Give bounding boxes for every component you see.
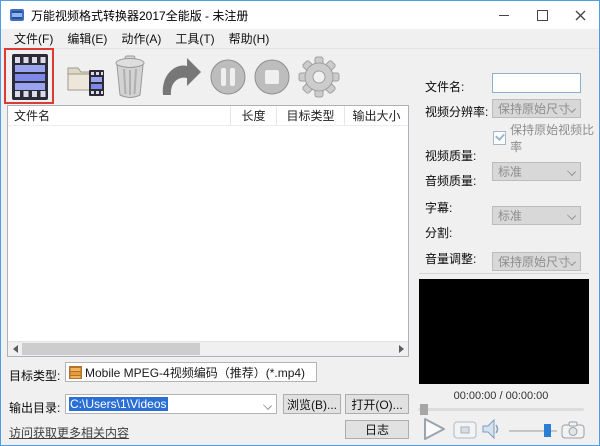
browse-button[interactable]: 浏览(B)...: [283, 394, 341, 414]
menu-action[interactable]: 动作(A): [114, 29, 168, 48]
log-button[interactable]: 日志: [345, 420, 409, 439]
panel-divider: [419, 273, 589, 274]
delete-button[interactable]: [113, 51, 147, 103]
promo-link[interactable]: 访问获取更多相关内容: [9, 424, 129, 441]
snapshot-button[interactable]: [561, 421, 585, 439]
seek-slider-handle[interactable]: [420, 404, 428, 415]
speaker-icon: [482, 418, 499, 440]
target-type-value: Mobile MPEG-4视频编码（推荐）(*.mp4): [85, 365, 306, 380]
volume-slider-handle[interactable]: [544, 424, 551, 437]
settings-button[interactable]: [297, 51, 341, 103]
pause-circle-icon: [210, 59, 246, 95]
trash-icon: [115, 55, 145, 98]
file-list[interactable]: 文件名 长度 目标类型 输出大小: [7, 105, 409, 357]
close-button[interactable]: [561, 1, 599, 29]
curved-arrow-icon: [162, 58, 201, 95]
video-resolution-label: 视频分辨率:: [425, 105, 489, 119]
pause-button[interactable]: [209, 51, 247, 103]
subtitle-value: 保持原始尺寸: [498, 255, 571, 269]
output-dir-label: 输出目录:: [9, 401, 61, 415]
maximize-button[interactable]: [523, 1, 561, 29]
volume-adjust-label: 音量调整:: [425, 252, 477, 266]
scroll-right-arrow[interactable]: [394, 342, 408, 356]
maximize-icon: [536, 9, 548, 21]
column-header-length[interactable]: 长度: [230, 106, 276, 125]
checkbox-checked-icon[interactable]: [493, 131, 507, 145]
video-resolution-value: 保持原始尺寸: [498, 102, 571, 116]
folder-film-icon: [67, 67, 104, 96]
menu-edit[interactable]: 编辑(E): [60, 29, 114, 48]
audio-quality-dropdown[interactable]: 标准: [492, 206, 581, 225]
open-button-label: 打开(O)...: [351, 397, 403, 412]
close-icon: [575, 10, 585, 20]
red-highlight-annotation: [4, 48, 54, 104]
app-window: 万能视频格式转换器2017全能版 - 未注册 文件(F) 编辑(E) 动作(A)…: [0, 0, 600, 446]
stop-playback-icon: [453, 421, 477, 439]
log-button-label: 日志: [364, 423, 389, 437]
column-header-output-size[interactable]: 输出大小: [344, 106, 408, 125]
stop-circle-icon: [254, 59, 290, 95]
video-quality-value: 标准: [498, 165, 523, 179]
window-title: 万能视频格式转换器2017全能版 - 未注册: [31, 8, 249, 23]
menu-tools[interactable]: 工具(T): [168, 29, 221, 48]
video-quality-label: 视频质量:: [425, 149, 477, 163]
column-header-target-type[interactable]: 目标类型: [276, 106, 344, 125]
column-header-filename[interactable]: 文件名: [8, 106, 230, 125]
scroll-left-arrow[interactable]: [8, 342, 22, 356]
stop-playback-button[interactable]: [453, 421, 477, 439]
file-list-header: 文件名 长度 目标类型 输出大小: [8, 106, 408, 126]
file-name-input[interactable]: [492, 73, 581, 93]
file-list-body[interactable]: [8, 126, 408, 343]
menu-file[interactable]: 文件(F): [7, 29, 60, 48]
camera-icon: [561, 421, 585, 439]
horizontal-scrollbar[interactable]: [8, 341, 408, 356]
audio-quality-value: 标准: [498, 209, 523, 223]
add-folder-button[interactable]: [65, 51, 107, 103]
scrollbar-thumb[interactable]: [22, 343, 200, 355]
browse-button-label: 浏览(B)...: [287, 397, 337, 412]
menu-help[interactable]: 帮助(H): [222, 29, 277, 48]
add-video-button[interactable]: [4, 48, 54, 104]
mp4-format-icon: [69, 365, 82, 379]
seek-slider[interactable]: [418, 408, 584, 411]
chevron-down-icon: [263, 401, 272, 410]
window-controls: [485, 1, 599, 29]
titlebar: 万能视频格式转换器2017全能版 - 未注册: [1, 1, 599, 29]
chevron-down-icon: [567, 211, 576, 220]
mute-button[interactable]: [481, 418, 501, 440]
playback-time: 00:00:00 / 00:00:00: [453, 390, 549, 402]
video-preview: [419, 279, 589, 384]
target-type-combo[interactable]: Mobile MPEG-4视频编码（推荐）(*.mp4): [65, 362, 317, 382]
minimize-icon: [499, 14, 509, 16]
video-quality-dropdown[interactable]: 标准: [492, 162, 581, 181]
keep-ratio-label: 保持原始视频比率: [510, 123, 595, 154]
convert-button[interactable]: [153, 51, 203, 103]
subtitle-dropdown[interactable]: 保持原始尺寸: [492, 252, 581, 271]
output-dir-combo[interactable]: C:\Users\1\Videos: [65, 394, 277, 414]
split-label: 分割:: [425, 226, 453, 240]
open-button[interactable]: 打开(O)...: [345, 394, 409, 414]
subtitle-label: 字幕:: [425, 201, 453, 215]
minimize-button[interactable]: [485, 1, 523, 29]
output-dir-value: C:\Users\1\Videos: [69, 397, 168, 411]
chevron-down-icon: [567, 167, 576, 176]
menubar: 文件(F) 编辑(E) 动作(A) 工具(T) 帮助(H): [1, 29, 599, 48]
file-name-label: 文件名:: [425, 80, 465, 94]
audio-quality-label: 音频质量:: [425, 174, 477, 188]
app-icon: [9, 7, 25, 23]
play-icon: [424, 418, 445, 440]
gear-icon: [298, 56, 340, 98]
video-resolution-dropdown[interactable]: 保持原始尺寸: [492, 99, 581, 118]
play-button[interactable]: [421, 417, 447, 441]
target-type-label: 目标类型:: [9, 369, 61, 383]
stop-button[interactable]: [253, 51, 291, 103]
keep-ratio-checkbox-row[interactable]: 保持原始视频比率: [493, 121, 599, 155]
